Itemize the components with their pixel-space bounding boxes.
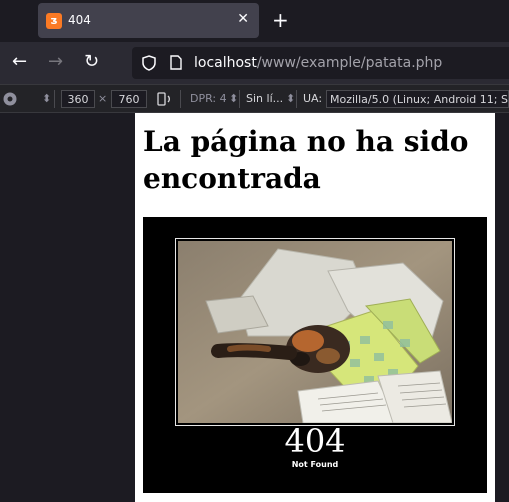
times-sign: ×: [98, 92, 108, 105]
rdm-background-right: [495, 113, 509, 502]
page-heading: La página no ha sido encontrada: [143, 125, 469, 195]
user-agent-input[interactable]: Mozilla/5.0 (Linux; Android 11; SA: [326, 90, 509, 108]
rotate-icon[interactable]: [156, 91, 172, 107]
viewport-height-input[interactable]: 760: [111, 90, 147, 108]
navigation-bar: ← → ↻ localhost/www/example/patata.php: [0, 42, 509, 84]
viewport-width-input[interactable]: 360: [61, 90, 95, 108]
chevron-updown-icon: ⬍: [229, 92, 239, 105]
cat-photo-frame: [175, 238, 455, 426]
back-button[interactable]: ←: [12, 52, 27, 72]
url-path: /www/example/patata.php: [256, 55, 443, 71]
user-agent-label: UA:: [303, 92, 323, 105]
device-icon[interactable]: [2, 91, 18, 107]
shield-icon[interactable]: [142, 55, 156, 71]
rdm-background-left: [0, 113, 135, 502]
chevron-updown-icon[interactable]: ⬍: [42, 90, 51, 108]
reload-button[interactable]: ↻: [84, 52, 99, 72]
error-poster: 404 Not Found: [143, 217, 487, 493]
page-icon[interactable]: [170, 55, 182, 70]
error-subtitle: Not Found: [291, 460, 339, 469]
xampp-icon: ᴣ: [46, 13, 62, 29]
url-text[interactable]: localhost/www/example/patata.php: [194, 55, 442, 71]
url-bar[interactable]: localhost/www/example/patata.php: [132, 47, 509, 79]
cat-photo: [178, 241, 452, 423]
forward-button[interactable]: →: [48, 52, 63, 72]
tab-strip: ᴣ 404 ✕ +: [0, 0, 509, 42]
new-tab-button[interactable]: +: [272, 9, 289, 31]
tab-title: 404: [68, 13, 91, 27]
close-icon[interactable]: ✕: [237, 11, 249, 27]
error-code: 404: [284, 422, 346, 460]
tab-404[interactable]: ᴣ 404 ✕: [38, 3, 259, 38]
throttle-select[interactable]: Sin lí...: [246, 90, 283, 108]
chevron-updown-icon: ⬍: [286, 92, 296, 105]
url-host: localhost: [194, 55, 257, 71]
page-viewport: La página no ha sido encontrada 404 Not …: [135, 113, 495, 502]
dpr-select[interactable]: DPR: 4: [190, 90, 227, 108]
responsive-design-toolbar: ⬍ 360 × 760 DPR: 4 ⬍ Sin lí... ⬍ UA: Moz…: [0, 84, 509, 113]
